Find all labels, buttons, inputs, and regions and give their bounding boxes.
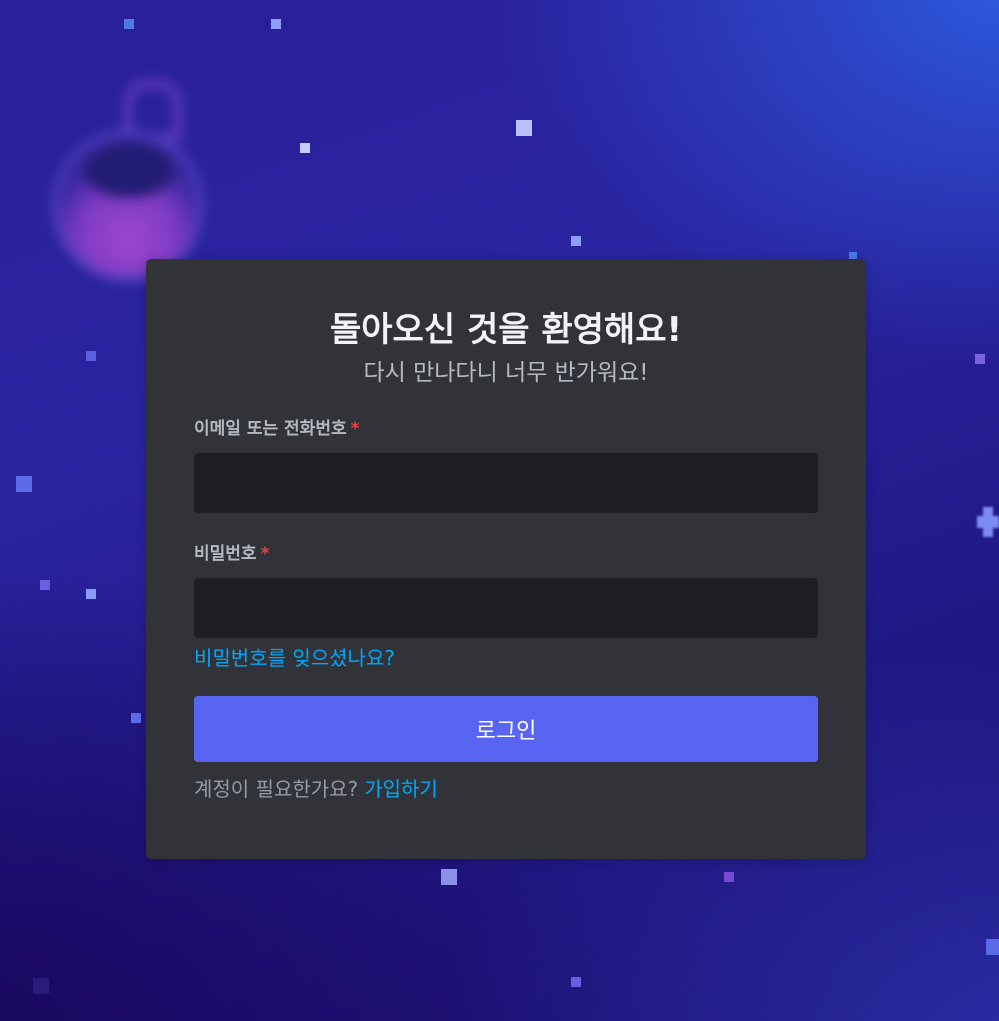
email-label: 이메일 또는 전화번호 * bbox=[194, 417, 818, 441]
password-label-text: 비밀번호 bbox=[194, 544, 257, 564]
email-field[interactable] bbox=[194, 453, 818, 513]
star-particle bbox=[131, 713, 141, 723]
star-particle bbox=[33, 978, 49, 994]
star-particle bbox=[571, 977, 581, 987]
star-particle bbox=[86, 351, 96, 361]
password-label: 비밀번호 * bbox=[194, 542, 818, 566]
login-card: 돌아오신 것을 환영해요! 다시 만나다니 너무 반가워요! 이메일 또는 전화… bbox=[146, 259, 866, 859]
sparkle-icon bbox=[977, 507, 999, 537]
page-title: 돌아오신 것을 환영해요! bbox=[330, 310, 682, 350]
password-field[interactable] bbox=[194, 578, 818, 638]
potion-flask-illustration bbox=[42, 78, 212, 288]
star-particle bbox=[986, 939, 999, 955]
star-particle bbox=[975, 354, 985, 364]
register-link[interactable]: 가입하기 bbox=[364, 777, 438, 801]
required-indicator: * bbox=[350, 419, 360, 439]
star-particle bbox=[724, 872, 734, 882]
forgot-password-link[interactable]: 비밀번호를 잊으셨나요? bbox=[194, 644, 395, 672]
star-particle bbox=[571, 236, 581, 246]
email-label-text: 이메일 또는 전화번호 bbox=[194, 419, 347, 439]
login-button[interactable]: 로그인 bbox=[194, 696, 818, 762]
star-particle bbox=[40, 580, 50, 590]
star-particle bbox=[16, 476, 32, 492]
star-particle bbox=[86, 589, 96, 599]
star-particle bbox=[441, 869, 457, 885]
star-particle bbox=[124, 19, 134, 29]
page-subtitle: 다시 만나다니 너무 반가워요! bbox=[363, 360, 649, 386]
required-indicator: * bbox=[260, 544, 270, 564]
star-particle bbox=[516, 120, 532, 136]
star-particle bbox=[271, 19, 281, 29]
star-particle bbox=[300, 143, 310, 153]
need-account-text: 계정이 필요한가요? bbox=[194, 777, 359, 801]
register-row: 계정이 필요한가요? 가입하기 bbox=[194, 774, 818, 804]
